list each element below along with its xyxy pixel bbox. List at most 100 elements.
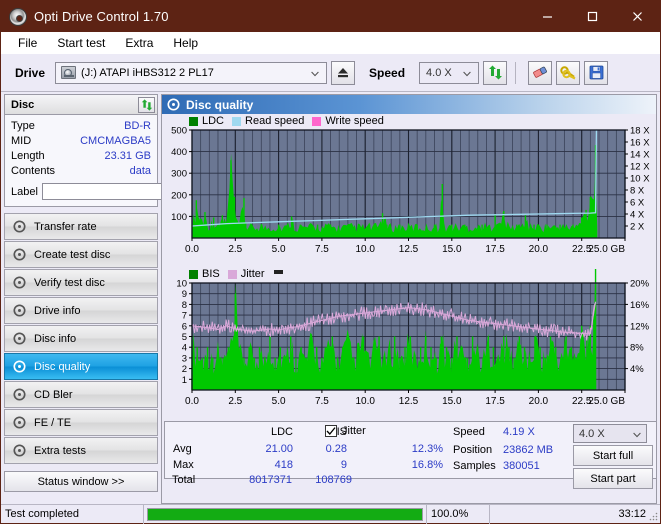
speed-select[interactable]: 4.0 X <box>419 61 480 84</box>
disc-label-row: Label <box>11 182 245 201</box>
drive-toolbar: Drive (J:) ATAPI iHBS312 2 PL17 Speed 4.… <box>1 54 660 92</box>
svg-text:25.0 GB: 25.0 GB <box>588 396 625 407</box>
chevron-down-icon <box>633 432 641 438</box>
start-part-button[interactable]: Start part <box>573 468 653 489</box>
legend-swatch-ldc <box>189 116 198 126</box>
svg-text:20.0: 20.0 <box>529 396 549 407</box>
maximize-button[interactable] <box>570 1 615 32</box>
sidebar-item-disc-info[interactable]: Disc info <box>4 325 158 352</box>
jitter-toggle[interactable]: Jitter <box>325 425 366 437</box>
disc-icon <box>13 304 26 317</box>
eject-icon <box>338 68 349 78</box>
sidebar-item-label: Drive info <box>34 304 81 317</box>
panel-title: Disc quality <box>186 97 254 112</box>
svg-text:4: 4 <box>182 343 187 354</box>
progress-bar-fill <box>148 508 422 520</box>
stats-row-label-avg: Avg <box>173 443 192 455</box>
ldc-chart-canvas: 1002003004005002 X4 X6 X8 X10 X12 X14 X1… <box>171 126 650 256</box>
bypass-button[interactable] <box>556 60 581 85</box>
disc-refresh-button[interactable] <box>138 96 155 113</box>
sidebar-item-extra-tests[interactable]: Extra tests <box>4 437 158 464</box>
legend-swatch-bis <box>189 269 198 279</box>
resize-grip-icon[interactable] <box>648 511 658 521</box>
stats-samples-label: Samples <box>453 460 496 472</box>
svg-text:12.5: 12.5 <box>399 396 419 407</box>
eject-button[interactable] <box>331 60 356 85</box>
jitter-checkbox[interactable] <box>325 425 337 437</box>
refresh-button[interactable] <box>483 60 508 85</box>
menu-item-extra[interactable]: Extra <box>116 34 162 52</box>
check-icon <box>326 427 336 435</box>
svg-text:4%: 4% <box>630 364 644 375</box>
title-bar: Opti Drive Control 1.70 <box>1 1 660 32</box>
disc-row-mid: MID CMCMAGBA5 <box>11 134 151 149</box>
disc-icon <box>13 276 26 289</box>
sidebar-item-drive-info[interactable]: Drive info <box>4 297 158 324</box>
disc-icon <box>13 388 26 401</box>
stats-row-label-max: Max <box>173 459 194 471</box>
erase-button[interactable] <box>528 60 553 85</box>
svg-text:1: 1 <box>182 375 187 386</box>
bis-chart-legend: BIS Jitter <box>189 268 283 280</box>
disc-panel-header: Disc <box>4 94 158 114</box>
sidebar-item-transfer-rate[interactable]: Transfer rate <box>4 213 158 240</box>
stats-max-ldc: 418 <box>274 459 293 471</box>
svg-text:16 X: 16 X <box>630 138 650 149</box>
sidebar-item-create-test-disc[interactable]: Create test disc <box>4 241 158 268</box>
sidebar-item-fe-te[interactable]: FE / TE <box>4 409 158 436</box>
status-bar: Test completed 100.0% 33:12 <box>1 504 660 524</box>
speed-select-value: 4.0 X <box>426 66 452 79</box>
svg-text:8: 8 <box>182 300 187 311</box>
menu-item-help[interactable]: Help <box>164 34 207 52</box>
svg-text:400: 400 <box>171 147 187 158</box>
svg-text:8 X: 8 X <box>630 186 645 197</box>
left-pane: Disc Type BD-R MID CMCMAGBA5 Length 23.3… <box>1 92 245 504</box>
sidebar-item-label: Extra tests <box>34 444 86 457</box>
toolbar-separator <box>515 61 517 84</box>
legend-label-bis: BIS <box>202 268 220 280</box>
bis-jitter-chart: BIS Jitter 1 2 3 4 5 6 7 8 9 10 4% 8% 12% 16% 20% 0.0 2.… <box>162 218 656 419</box>
close-button[interactable] <box>615 1 660 32</box>
disc-icon <box>13 332 26 345</box>
save-button[interactable] <box>584 60 609 85</box>
test-speed-select[interactable]: 4.0 X <box>573 424 647 443</box>
stats-max-bis: 9 <box>340 459 347 471</box>
disc-row-value: 23.31 GB <box>104 150 151 162</box>
svg-text:10 X: 10 X <box>630 174 650 185</box>
disc-icon <box>13 248 26 261</box>
sidebar-item-cd-bler[interactable]: CD Bler <box>4 381 158 408</box>
svg-text:2.5: 2.5 <box>228 396 242 407</box>
drive-select[interactable]: (J:) ATAPI iHBS312 2 PL17 <box>55 61 328 84</box>
svg-text:6 X: 6 X <box>630 198 645 209</box>
disc-icon <box>13 220 26 233</box>
status-window-button[interactable]: Status window >> <box>4 471 158 492</box>
disc-label-key: Label <box>11 185 38 198</box>
sidebar-item-disc-quality[interactable]: Disc quality <box>4 353 158 380</box>
keys-icon <box>559 66 576 80</box>
disc-row-key: Length <box>11 150 45 162</box>
menu-item-start-test[interactable]: Start test <box>48 34 114 52</box>
dark-marker-icon <box>273 269 283 274</box>
eraser-icon <box>532 66 547 78</box>
sidebar-item-label: FE / TE <box>34 416 72 429</box>
drive-label: Drive <box>15 65 46 80</box>
svg-text:12.5: 12.5 <box>399 244 419 255</box>
window-controls <box>525 1 660 32</box>
menu-item-file[interactable]: File <box>9 34 46 52</box>
stats-position-label: Position <box>453 444 493 456</box>
chevron-down-icon <box>311 71 319 76</box>
stats-speed-value: 4.19 X <box>503 426 535 438</box>
chevron-down-icon <box>463 71 471 76</box>
legend-label-read-speed: Read speed <box>245 115 305 127</box>
svg-text:20%: 20% <box>630 279 650 290</box>
app-window: Opti Drive Control 1.70 File Start test … <box>0 0 661 524</box>
svg-text:15.0: 15.0 <box>442 244 462 255</box>
sidebar-item-verify-test-disc[interactable]: Verify test disc <box>4 269 158 296</box>
refresh-icon <box>488 65 502 80</box>
refresh-icon <box>141 98 152 111</box>
start-full-button[interactable]: Start full <box>573 445 653 466</box>
svg-text:0.0: 0.0 <box>185 244 199 255</box>
minimize-button[interactable] <box>525 1 570 32</box>
svg-text:200: 200 <box>171 190 187 201</box>
svg-text:18 X: 18 X <box>630 126 650 137</box>
